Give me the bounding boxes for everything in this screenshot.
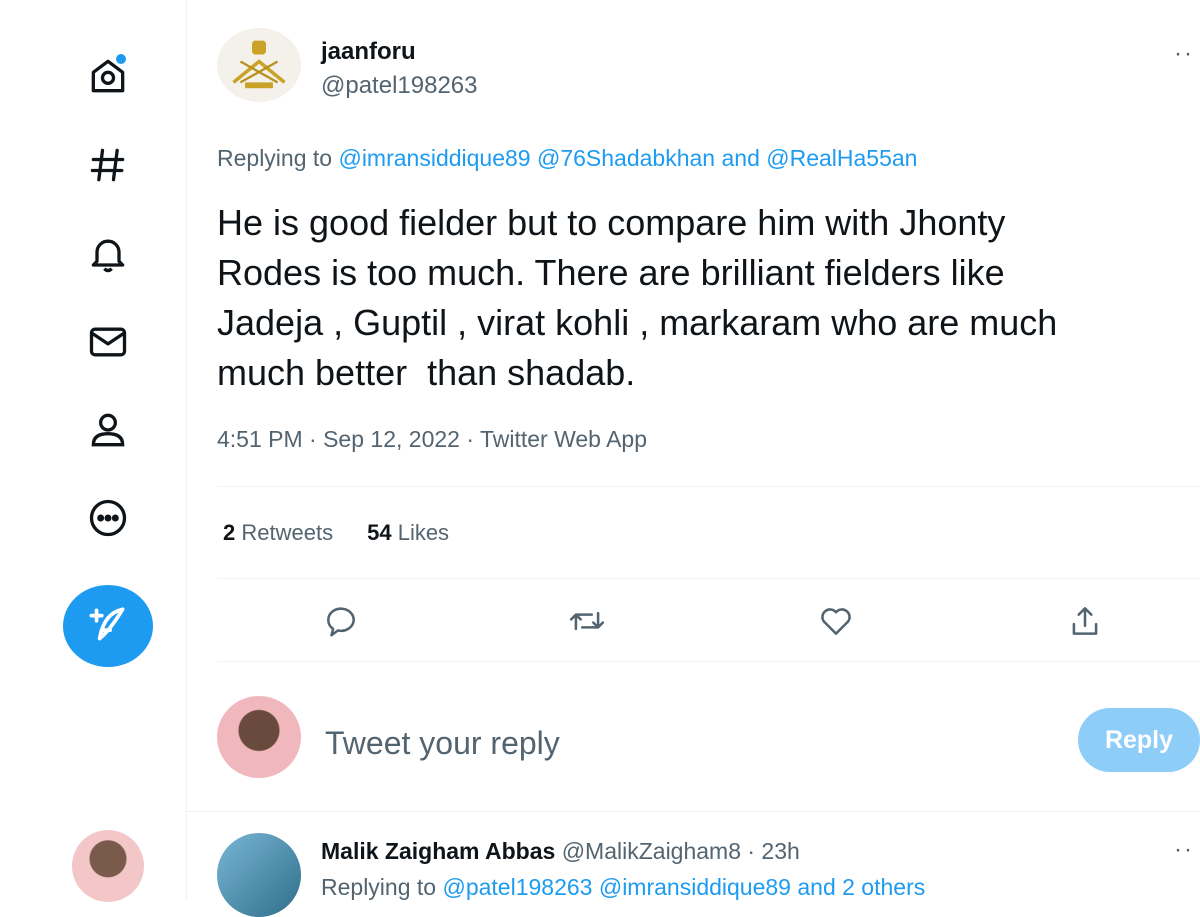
reply-input[interactable] [323, 718, 867, 768]
retweets-label: Retweets [241, 520, 334, 545]
user-avatar [217, 696, 301, 778]
retweets-count: 2 [223, 520, 236, 545]
mention-link[interactable]: @imransiddique89 [338, 145, 530, 171]
mention-link[interactable]: @patel198263 [442, 874, 592, 900]
divider [217, 661, 1200, 662]
author-name[interactable]: jaanforu [321, 38, 416, 66]
home-icon[interactable] [84, 52, 132, 100]
compose-tweet-button[interactable] [63, 585, 153, 667]
reply-author-avatar[interactable] [217, 833, 301, 917]
like-heart-icon[interactable] [813, 598, 859, 644]
likes-label: Likes [397, 520, 450, 545]
replying-to: Replying to @imransiddique89 @76Shadabkh… [217, 145, 917, 172]
compose-tweet-icon [89, 607, 125, 641]
notifications-bell-icon[interactable] [84, 230, 132, 278]
reply-author-line: Malik Zaigham Abbas @MalikZaigham8 · 23h [321, 838, 800, 865]
messages-envelope-icon[interactable] [84, 318, 132, 366]
more-options-icon[interactable]: ·· [1174, 40, 1194, 68]
mention-link[interactable]: @RealHa55an [766, 145, 917, 171]
mention-link[interactable]: @76Shadabkhan [537, 145, 715, 171]
replying-and: and [721, 145, 760, 171]
share-icon[interactable] [1062, 598, 1108, 644]
author-handle[interactable]: @patel198263 [321, 72, 478, 100]
more-circle-icon[interactable] [84, 494, 132, 542]
reply-icon[interactable] [318, 598, 364, 644]
account-avatar[interactable] [72, 830, 144, 902]
likes-stat[interactable]: 54 Likes [367, 520, 449, 546]
likes-count: 54 [367, 520, 392, 545]
retweet-icon[interactable] [564, 598, 610, 644]
notification-dot [116, 54, 126, 64]
tweet-stats: 2 Retweets 54 Likes [223, 520, 449, 546]
explore-hashtag-icon[interactable] [84, 141, 132, 189]
replying-label: Replying to [321, 874, 437, 900]
reply-button[interactable]: Reply [1078, 708, 1200, 772]
tweet-timestamp[interactable]: 4:51 PM · Sep 12, 2022 · Twitter Web App [217, 426, 647, 453]
reply-author-name[interactable]: Malik Zaigham Abbas [321, 838, 555, 864]
replying-label: Replying to [217, 145, 333, 171]
retweets-stat[interactable]: 2 Retweets [223, 520, 333, 546]
mention-link[interactable]: @imransiddique89 [599, 874, 791, 900]
tweet-detail: jaanforu @patel198263 ·· Replying to @im… [187, 0, 1200, 917]
replying-others-link[interactable]: and 2 others [797, 874, 925, 900]
author-avatar[interactable] [217, 28, 301, 102]
left-sidebar [0, 0, 187, 902]
tweet-text: He is good fielder but to compare him wi… [217, 202, 1058, 393]
divider [217, 578, 1200, 579]
more-options-icon[interactable]: ·· [1174, 836, 1194, 864]
emblem-icon [232, 40, 286, 89]
profile-person-icon[interactable] [84, 406, 132, 454]
divider [217, 486, 1200, 487]
reply-author-handle-time[interactable]: @MalikZaigham8 · 23h [562, 838, 800, 864]
divider [187, 811, 1200, 812]
reply-replying-to: Replying to @patel198263 @imransiddique8… [321, 874, 925, 901]
